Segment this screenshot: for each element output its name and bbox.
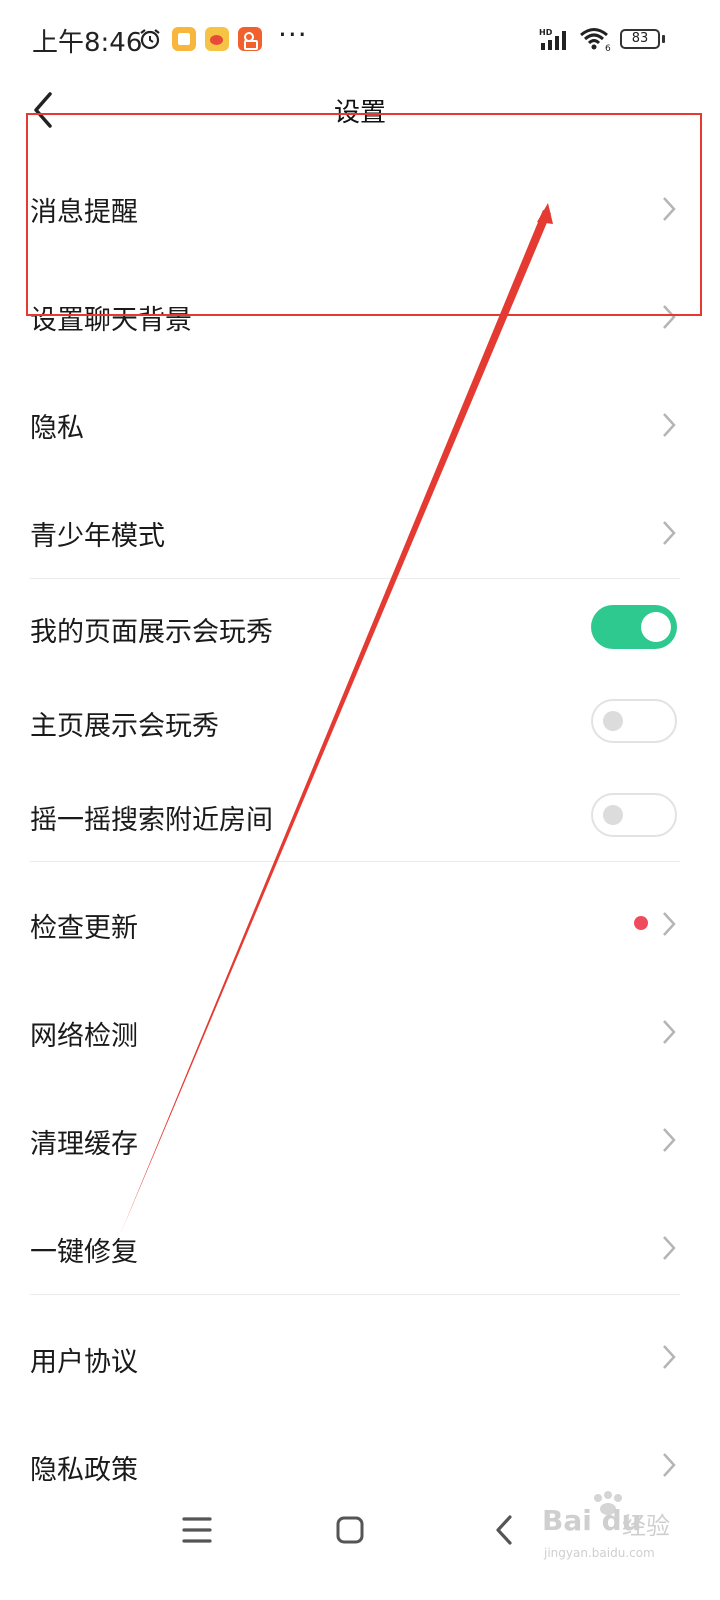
settings-item-one-key-repair[interactable]: 一键修复 <box>0 1194 720 1292</box>
signal-icon: HD <box>539 28 566 50</box>
settings-item-check-update[interactable]: 检查更新 <box>0 870 720 978</box>
settings-item-privacy-policy[interactable]: 隐私政策 <box>0 1410 720 1488</box>
menu-icon[interactable] <box>172 1508 222 1552</box>
wifi-label: 6 <box>605 44 611 52</box>
settings-item-label: 我的页面展示会玩秀 <box>30 617 273 648</box>
battery-level: 83 <box>631 31 649 46</box>
chevron-right-icon <box>663 197 676 221</box>
chevron-right-icon <box>663 1236 676 1260</box>
settings-item-label: 消息提醒 <box>30 197 138 228</box>
settings-item-teen-mode[interactable]: 青少年模式 <box>0 479 720 577</box>
battery-tip <box>662 35 665 43</box>
divider <box>30 578 680 579</box>
home-square-icon[interactable] <box>325 1508 375 1552</box>
settings-item-label: 隐私政策 <box>30 1455 138 1486</box>
settings-item-privacy[interactable]: 隐私 <box>0 371 720 479</box>
chevron-right-icon <box>663 521 676 545</box>
baidu-watermark: Bai du 经验 jingyan.baidu.com <box>540 1490 710 1580</box>
toggle-knob <box>603 805 623 825</box>
chevron-right-icon <box>663 1453 676 1477</box>
settings-item-label: 主页展示会玩秀 <box>30 711 219 742</box>
kuaishou-app-icon <box>238 27 262 51</box>
settings-item-message-reminder[interactable]: 消息提醒 <box>0 155 720 263</box>
settings-item-shake-search: 摇一摇搜索附近房间 <box>0 768 720 860</box>
shake-search-toggle[interactable] <box>591 793 677 837</box>
chevron-right-icon <box>663 1345 676 1369</box>
toggle-knob <box>641 612 671 642</box>
toggle-knob <box>603 711 623 731</box>
settings-item-label: 用户协议 <box>30 1347 138 1378</box>
my-page-show-toggle[interactable] <box>591 605 677 649</box>
settings-item-label: 清理缓存 <box>30 1129 138 1160</box>
chevron-right-icon <box>663 413 676 437</box>
settings-item-label: 摇一摇搜索附近房间 <box>30 805 273 836</box>
settings-item-label: 一键修复 <box>30 1237 138 1268</box>
divider <box>30 1294 680 1295</box>
settings-item-network-check[interactable]: 网络检测 <box>0 978 720 1086</box>
chevron-right-icon <box>663 1128 676 1152</box>
page-title: 设置 <box>333 98 386 128</box>
update-badge-dot <box>634 916 648 930</box>
watermark-brand-cn: 经验 <box>622 1512 670 1540</box>
settings-item-label: 设置聊天背景 <box>30 305 192 336</box>
settings-item-label: 检查更新 <box>30 913 138 944</box>
settings-item-clear-cache[interactable]: 清理缓存 <box>0 1086 720 1194</box>
status-time: 上午8:46 <box>32 28 143 58</box>
homepage-show-toggle[interactable] <box>591 699 677 743</box>
settings-item-chat-background[interactable]: 设置聊天背景 <box>0 263 720 371</box>
header: 设置 <box>0 80 720 140</box>
status-bar: 上午8:46 ··· HD 6 83 <box>0 0 720 80</box>
settings-item-homepage-show: 主页展示会玩秀 <box>0 674 720 768</box>
notes-app-icon <box>172 27 196 51</box>
more-notifications-icon: ··· <box>278 18 308 51</box>
alarm-icon <box>140 29 160 50</box>
settings-item-label: 网络检测 <box>30 1021 138 1052</box>
chevron-right-icon <box>663 1020 676 1044</box>
divider <box>30 861 680 862</box>
weibo-app-icon <box>205 27 229 51</box>
settings-item-my-page-show: 我的页面展示会玩秀 <box>0 580 720 674</box>
back-triangle-icon[interactable] <box>480 1508 530 1552</box>
chevron-right-icon <box>663 305 676 329</box>
signal-label: HD <box>539 28 553 37</box>
settings-item-label: 青少年模式 <box>30 521 165 552</box>
watermark-url: jingyan.baidu.com <box>544 1546 655 1560</box>
wifi-icon: 6 <box>580 28 611 52</box>
chevron-right-icon <box>663 912 676 936</box>
battery-icon: 83 <box>620 29 660 49</box>
settings-item-label: 隐私 <box>30 413 84 444</box>
settings-item-user-agreement[interactable]: 用户协议 <box>0 1302 720 1410</box>
